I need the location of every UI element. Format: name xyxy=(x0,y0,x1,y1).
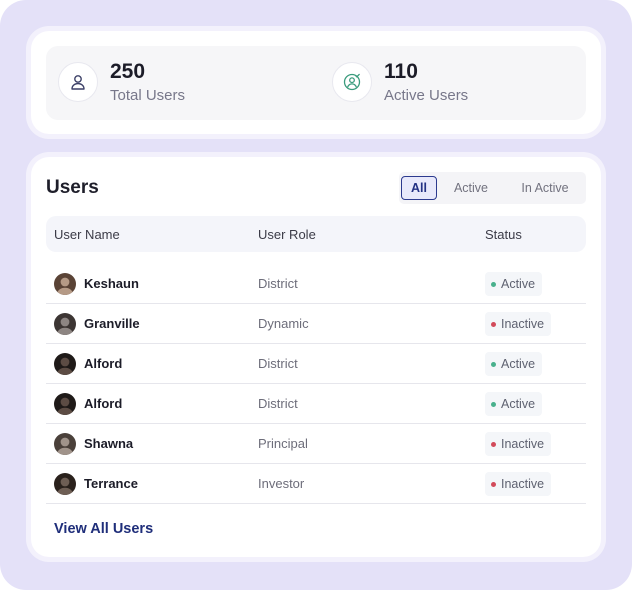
user-role: District xyxy=(258,276,298,291)
status-badge: Active xyxy=(485,392,543,416)
users-title: Users xyxy=(46,177,99,198)
tab-in-active[interactable]: In Active xyxy=(507,176,583,200)
user-name: Alford xyxy=(84,356,123,371)
table-row[interactable]: Granville Dynamic Inactive xyxy=(46,304,586,344)
active-user-icon xyxy=(332,62,372,102)
table-row[interactable]: Alford District Active xyxy=(46,344,586,384)
table-row[interactable]: Terrance Investor Inactive xyxy=(46,464,586,504)
status-dot-icon xyxy=(491,281,496,287)
user-icon xyxy=(58,62,98,102)
user-name: Shawna xyxy=(84,436,134,451)
user-role: Principal xyxy=(258,436,308,451)
stats-panel: 250 Total Users 110 Active Users xyxy=(46,46,586,120)
user-name: Granville xyxy=(84,316,140,331)
active-users-value: 110 xyxy=(384,60,418,83)
avatar xyxy=(54,473,76,495)
user-name: Alford xyxy=(84,396,123,411)
column-header-user-name: User Name xyxy=(54,227,120,242)
status-badge: Inactive xyxy=(485,312,552,336)
tab-all[interactable]: All xyxy=(401,176,437,200)
avatar xyxy=(54,433,76,455)
avatar xyxy=(54,313,76,335)
status-badge: Inactive xyxy=(485,472,552,496)
status-badge: Active xyxy=(485,272,543,296)
users-card: Users All Active In Active User Name Use… xyxy=(31,157,601,557)
column-header-user-role: User Role xyxy=(258,227,316,242)
avatar xyxy=(54,393,76,415)
table-row[interactable]: Keshaun District Active xyxy=(46,264,586,304)
status-dot-icon xyxy=(491,321,496,327)
table-header: User Name User Role Status xyxy=(46,216,586,252)
total-users-value: 250 xyxy=(110,60,146,83)
status-badge: Active xyxy=(485,352,543,376)
avatar xyxy=(54,353,76,375)
status-dot-icon xyxy=(491,401,496,407)
user-role: Investor xyxy=(258,476,305,491)
tab-active[interactable]: Active xyxy=(443,176,499,200)
user-name: Keshaun xyxy=(84,276,139,291)
stats-card: 250 Total Users 110 Active Users xyxy=(31,31,601,134)
table-row[interactable]: Alford District Active xyxy=(46,384,586,424)
user-name: Terrance xyxy=(84,476,138,491)
users-table-body: Keshaun District Active Granville Dynamic Ina… xyxy=(46,264,586,504)
status-label: Active xyxy=(501,397,536,411)
avatar xyxy=(54,273,76,295)
status-filter-tabs: All Active In Active xyxy=(399,172,586,204)
status-label: Active xyxy=(501,277,536,291)
status-dot-icon xyxy=(491,481,496,487)
total-users-label: Total Users xyxy=(110,87,186,104)
status-dot-icon xyxy=(491,361,496,367)
status-label: Inactive xyxy=(501,477,545,491)
column-header-status: Status xyxy=(485,227,522,242)
view-all-users-link[interactable]: View All Users xyxy=(54,521,153,537)
status-label: Inactive xyxy=(501,437,545,451)
app-background: 250 Total Users 110 Active Users Users A… xyxy=(0,0,632,590)
active-users-label: Active Users xyxy=(384,87,469,104)
user-role: Dynamic xyxy=(258,316,309,331)
status-label: Inactive xyxy=(501,317,545,331)
status-label: Active xyxy=(501,357,536,371)
user-role: District xyxy=(258,356,298,371)
user-role: District xyxy=(258,396,298,411)
table-row[interactable]: Shawna Principal Inactive xyxy=(46,424,586,464)
status-badge: Inactive xyxy=(485,432,552,456)
status-dot-icon xyxy=(491,441,496,447)
